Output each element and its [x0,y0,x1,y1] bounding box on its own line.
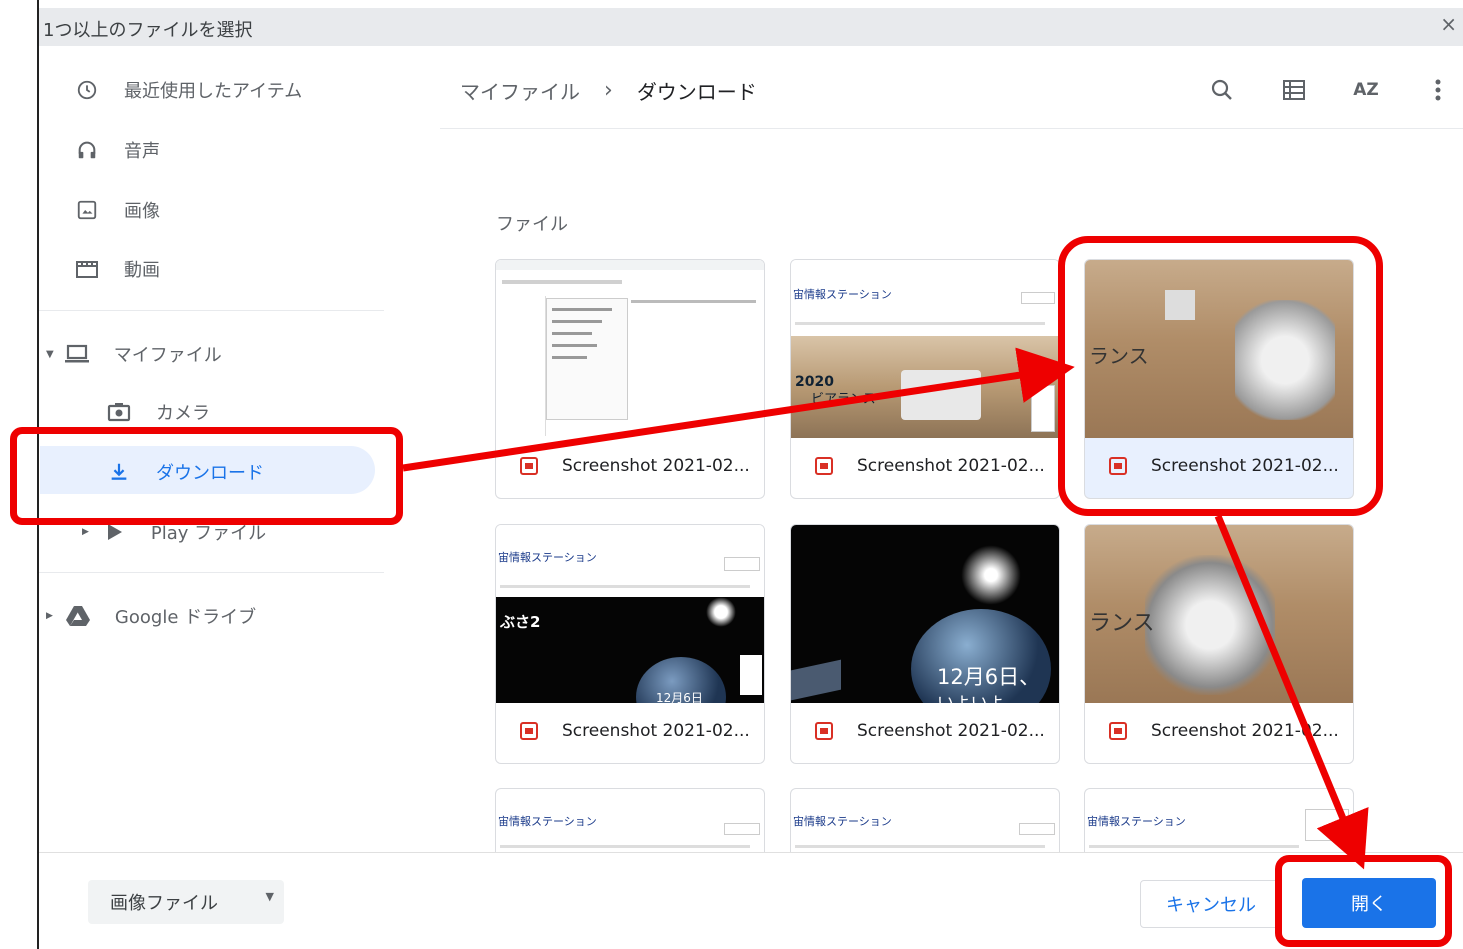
cancel-button[interactable]: キャンセル [1140,880,1282,928]
file-name: Screenshot 2021-02... [1151,721,1339,741]
expand-right-icon[interactable]: ▶ [46,611,53,621]
search-icon[interactable] [1206,74,1238,106]
expand-down-icon[interactable]: ▼ [46,349,54,360]
download-icon [104,460,134,484]
dialog-title: 1つ以上のファイルを選択 [43,20,253,41]
file-thumbnail [496,260,764,438]
section-label: ファイル [496,214,568,235]
file-card[interactable]: ランス Screenshot 2021-02... [1084,524,1354,764]
sidebar-item-myfiles[interactable]: ▼ マイファイル [46,334,222,374]
sort-button[interactable]: AZ [1350,74,1382,106]
file-card[interactable]: 宙情報ステーション [1084,788,1354,853]
more-vert-icon[interactable] [1422,74,1454,106]
breadcrumb-current[interactable]: ダウンロード [637,76,757,105]
left-border [37,0,39,949]
sidebar-item-label: カメラ [156,403,210,424]
file-card[interactable]: 宙情報ステーション 2020 ビアランス Screenshot 2021-02.… [790,259,1060,499]
image-file-icon [520,457,538,475]
thumb-caption: 12月6日、 [937,665,1041,689]
footer-divider [39,852,1463,853]
clock-icon [72,78,102,102]
image-file-icon [815,457,833,475]
file-card[interactable]: 宙情報ステーション [495,788,765,853]
movie-icon [72,257,102,281]
chevron-right-icon: › [604,78,613,103]
file-thumbnail: 宙情報ステーション 2020 ビアランス [791,260,1059,438]
sidebar-item-camera[interactable]: カメラ [104,392,210,432]
thumb-caption: 宙情報ステーション [793,288,892,301]
file-thumbnail: 宙情報ステーション ぶさ2 12月6日 [496,525,764,703]
file-card-selected[interactable]: ランス Screenshot 2021-02... [1084,259,1354,499]
file-thumbnail: ランス [1085,525,1353,703]
sidebar-item-google-drive[interactable]: ▶ Google ドライブ [46,596,256,636]
sidebar-item-audio[interactable]: 音声 [72,130,160,170]
thumb-caption: 宙情報ステーション [498,815,597,828]
file-name: Screenshot 2021-02... [562,721,750,741]
thumb-caption: 宙情報ステーション [793,815,892,828]
file-name: Screenshot 2021-02... [857,721,1045,741]
thumb-caption: ぶさ2 [500,613,541,631]
thumb-caption: 12月6日 [656,691,703,703]
file-name: Screenshot 2021-02... [857,456,1045,476]
sidebar-divider [39,310,384,311]
sidebar-item-videos[interactable]: 動画 [72,249,160,289]
file-name: Screenshot 2021-02... [1151,456,1339,476]
sidebar-item-recent[interactable]: 最近使用したアイテム [72,70,302,110]
title-bar: 1つ以上のファイルを選択 × [39,8,1463,46]
breadcrumb-root[interactable]: マイファイル [460,76,580,105]
play-icon [99,520,129,544]
open-button[interactable]: 開く [1302,878,1436,928]
image-file-icon [815,722,833,740]
camera-icon [104,400,134,424]
header-divider [440,128,1463,129]
file-name: Screenshot 2021-02... [562,456,750,476]
file-thumbnail: ランス [1085,260,1353,438]
sidebar-item-label: Play ファイル [150,523,267,544]
image-file-icon [1109,722,1127,740]
expand-right-icon[interactable]: ▶ [82,527,89,537]
sidebar-item-label: Google ドライブ [114,607,257,628]
filetype-select[interactable]: 画像ファイル ▼ [88,880,284,924]
file-card[interactable]: 12月6日、 いよいよ Screenshot 2021-02... [790,524,1060,764]
breadcrumb: マイファイル › ダウンロード [460,76,757,105]
image-icon [72,198,102,222]
file-thumbnail: 12月6日、 いよいよ [791,525,1059,703]
sidebar-item-label: 動画 [124,260,160,281]
list-view-icon[interactable] [1278,74,1310,106]
close-icon[interactable]: × [1440,12,1457,36]
thumb-caption: ランス [1089,344,1149,368]
headphones-icon [72,138,102,162]
sidebar-item-label: 音声 [124,141,160,162]
dropdown-arrow-icon: ▼ [265,890,274,903]
sidebar-item-label: ダウンロード [156,463,264,484]
thumb-caption: ビアランス [811,392,876,407]
thumb-caption: 宙情報ステーション [498,551,597,564]
sidebar-item-label: マイファイル [113,345,222,366]
thumb-caption: 宙情報ステーション [1087,815,1186,828]
file-card[interactable]: Screenshot 2021-02... [495,259,765,499]
sidebar-item-images[interactable]: 画像 [72,190,160,230]
thumb-caption: いよいよ [937,689,1004,703]
sidebar-divider [39,572,384,573]
file-card[interactable]: 宙情報ステーション [790,788,1060,853]
image-file-icon [1109,457,1127,475]
laptop-icon [62,342,92,366]
thumb-caption: ランス [1089,611,1155,636]
image-file-icon [520,722,538,740]
sidebar-item-play-files[interactable]: ▶ Play ファイル [82,512,266,552]
drive-icon [63,604,93,628]
file-card[interactable]: 宙情報ステーション ぶさ2 12月6日 Screenshot 2021-02..… [495,524,765,764]
filetype-label: 画像ファイル [110,893,218,914]
sidebar-item-downloads[interactable]: ダウンロード [104,452,264,492]
sidebar-item-label: 最近使用したアイテム [124,81,303,102]
sidebar-item-label: 画像 [124,201,160,222]
